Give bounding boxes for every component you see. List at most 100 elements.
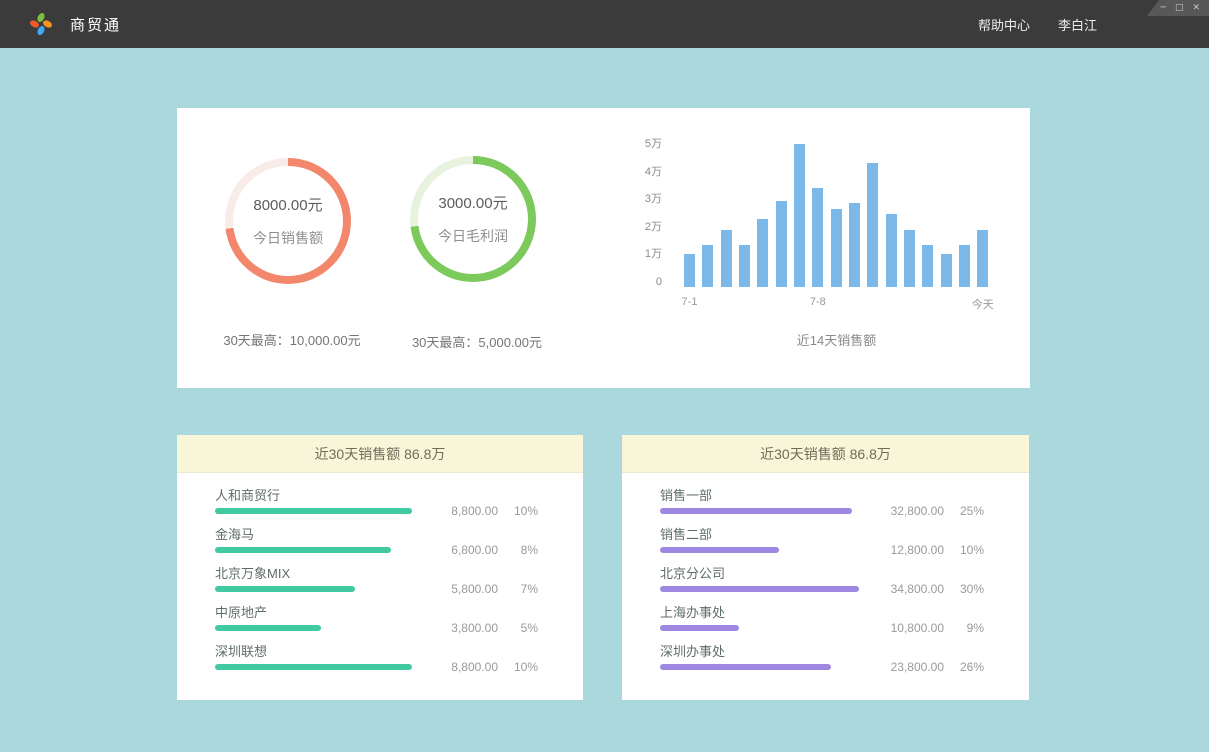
donut-value: 8000.00元 bbox=[253, 194, 322, 215]
bar bbox=[941, 254, 952, 287]
item-value: 3,800.00 bbox=[418, 621, 498, 635]
item-line: 5,800.007% bbox=[215, 585, 538, 593]
item-line: 34,800.0030% bbox=[660, 585, 984, 593]
ranking-card-customers: 近30天销售额 86.8万 人和商贸行8,800.0010%金海马6,800.0… bbox=[177, 435, 583, 700]
bar bbox=[739, 245, 750, 287]
item-bar bbox=[215, 625, 321, 631]
close-button[interactable]: ✕ bbox=[1192, 4, 1200, 13]
y-axis-tick: 4万 bbox=[645, 165, 662, 179]
item-percent: 9% bbox=[944, 621, 984, 635]
item-percent: 10% bbox=[944, 543, 984, 557]
chart-caption: 近14天销售额 bbox=[684, 330, 989, 349]
card-title: 近30天销售额 86.8万 bbox=[622, 435, 1029, 473]
donut-label: 今日毛利润 bbox=[438, 226, 508, 246]
list-item: 北京万象MIX 5,800.007% bbox=[215, 566, 538, 593]
window-controls: ─ □ ✕ bbox=[1147, 0, 1209, 16]
bar-chart-14d: 01万2万3万4万5万 7-17-8今天 近14天销售额 bbox=[640, 144, 1020, 374]
item-label: 深圳联想 bbox=[215, 644, 538, 659]
item-line: 6,800.008% bbox=[215, 546, 538, 554]
item-value: 5,800.00 bbox=[418, 582, 498, 596]
item-bar bbox=[660, 508, 852, 514]
app-logo-icon bbox=[28, 11, 54, 37]
bar-chart-yticks: 01万2万3万4万5万 bbox=[640, 144, 662, 287]
item-label: 上海办事处 bbox=[660, 605, 984, 620]
bar bbox=[904, 230, 915, 287]
item-value: 23,800.00 bbox=[864, 660, 944, 674]
y-axis-tick: 1万 bbox=[645, 247, 662, 261]
list-item: 人和商贸行8,800.0010% bbox=[215, 488, 538, 515]
item-label: 中原地产 bbox=[215, 605, 538, 620]
item-value: 34,800.00 bbox=[864, 582, 944, 596]
item-percent: 30% bbox=[944, 582, 984, 596]
item-bar bbox=[215, 586, 355, 592]
bar-chart-xlabels: 7-17-8今天 bbox=[684, 296, 989, 310]
list-item: 金海马 6,800.008% bbox=[215, 527, 538, 554]
item-value: 6,800.00 bbox=[418, 543, 498, 557]
item-label: 人和商贸行 bbox=[215, 488, 538, 503]
bar bbox=[721, 230, 732, 287]
item-label: 金海马 bbox=[215, 527, 538, 542]
title-bar: 商贸通 帮助中心 李白江 ─ □ ✕ bbox=[0, 0, 1209, 48]
item-percent: 10% bbox=[498, 660, 538, 674]
item-percent: 26% bbox=[944, 660, 984, 674]
minimize-button[interactable]: ─ bbox=[1161, 4, 1166, 13]
ranking-list-departments: 销售一部32,800.0025%销售二部12,800.0010%北京分公司34,… bbox=[622, 473, 1029, 671]
item-line: 3,800.005% bbox=[215, 624, 538, 632]
item-bar bbox=[660, 664, 831, 670]
item-bar bbox=[215, 508, 412, 514]
donut-label: 今日销售额 bbox=[253, 228, 323, 248]
item-percent: 25% bbox=[944, 504, 984, 518]
item-label: 销售一部 bbox=[660, 488, 984, 503]
item-value: 12,800.00 bbox=[864, 543, 944, 557]
menu-item-user[interactable]: 李白江 bbox=[1058, 15, 1097, 34]
ranking-list-customers: 人和商贸行8,800.0010%金海马6,800.008%北京万象MIX5,80… bbox=[177, 473, 583, 671]
bar bbox=[977, 230, 988, 287]
bar bbox=[702, 245, 713, 287]
donut-center: 8000.00元 今日销售额 bbox=[233, 166, 343, 276]
item-line: 12,800.0010% bbox=[660, 546, 984, 554]
x-axis-label: 今天 bbox=[972, 296, 994, 312]
y-axis-tick: 3万 bbox=[645, 192, 662, 206]
list-item: 销售二部12,800.0010% bbox=[660, 527, 984, 554]
item-line: 32,800.0025% bbox=[660, 507, 984, 515]
bar bbox=[886, 214, 897, 287]
item-line: 10,800.009% bbox=[660, 624, 984, 632]
maximize-button[interactable]: □ bbox=[1175, 4, 1184, 13]
list-item: 深圳联想 8,800.0010% bbox=[215, 644, 538, 671]
list-item: 北京分公司34,800.0030% bbox=[660, 566, 984, 593]
item-line: 8,800.0010% bbox=[215, 663, 538, 671]
ranking-card-departments: 近30天销售额 86.8万 销售一部32,800.0025%销售二部12,800… bbox=[622, 435, 1029, 700]
item-label: 销售二部 bbox=[660, 527, 984, 542]
donut-ring: 8000.00元 今日销售额 bbox=[225, 158, 351, 284]
bar bbox=[849, 203, 860, 287]
item-value: 8,800.00 bbox=[418, 504, 498, 518]
bar bbox=[831, 209, 842, 287]
bar bbox=[959, 245, 970, 287]
x-axis-label: 7-8 bbox=[810, 296, 826, 308]
header-menu: 帮助中心 李白江 bbox=[978, 15, 1097, 34]
item-line: 8,800.0010% bbox=[215, 507, 538, 515]
item-bar bbox=[660, 547, 779, 553]
y-axis-tick: 0 bbox=[656, 275, 662, 289]
item-percent: 5% bbox=[498, 621, 538, 635]
bar bbox=[812, 188, 823, 287]
bar bbox=[922, 245, 933, 287]
donut-value: 3000.00元 bbox=[438, 192, 507, 213]
item-percent: 10% bbox=[498, 504, 538, 518]
list-item: 深圳办事处23,800.0026% bbox=[660, 644, 984, 671]
menu-item-help-center[interactable]: 帮助中心 bbox=[978, 15, 1030, 34]
x-axis-label: 7-1 bbox=[682, 296, 698, 308]
donut-footer-sales: 30天最高：10,000.00元 bbox=[197, 330, 387, 349]
item-label: 深圳办事处 bbox=[660, 644, 984, 659]
list-item: 中原地产3,800.005% bbox=[215, 605, 538, 632]
item-bar bbox=[215, 664, 412, 670]
y-axis-tick: 2万 bbox=[645, 220, 662, 234]
bar-chart-bars bbox=[684, 144, 988, 287]
card-title: 近30天销售额 86.8万 bbox=[177, 435, 583, 473]
donut-ring: 3000.00元 今日毛利润 bbox=[410, 156, 536, 282]
item-label: 北京万象MIX bbox=[215, 566, 538, 581]
donut-chart-today-profit: 3000.00元 今日毛利润 bbox=[410, 156, 536, 282]
item-value: 10,800.00 bbox=[864, 621, 944, 635]
item-value: 32,800.00 bbox=[864, 504, 944, 518]
summary-card: 8000.00元 今日销售额 30天最高：10,000.00元 3000.00元… bbox=[177, 108, 1030, 388]
